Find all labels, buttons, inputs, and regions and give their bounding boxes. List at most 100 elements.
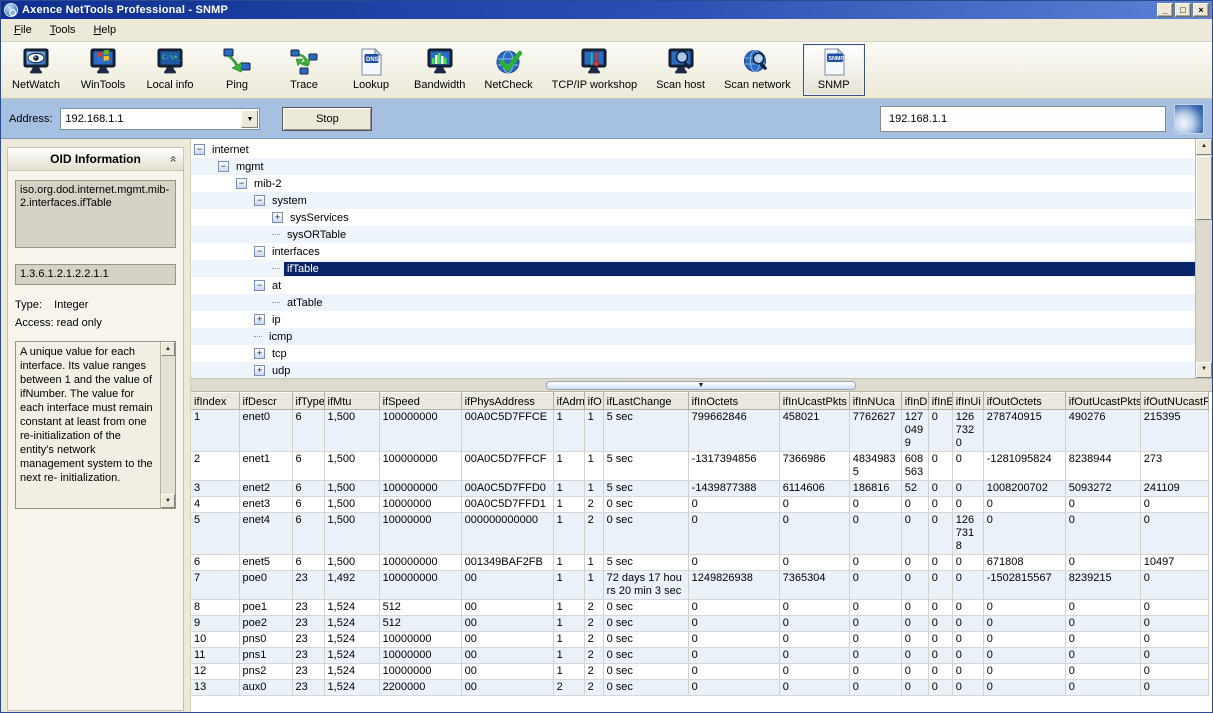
table-cell[interactable]: 10000000 <box>379 496 462 513</box>
table-cell[interactable]: 0 <box>688 631 780 648</box>
table-cell[interactable]: enet4 <box>239 512 293 555</box>
table-cell[interactable]: 608563 <box>901 451 929 481</box>
collapse-panel-icon[interactable]: » <box>166 156 180 163</box>
column-header-ifOutUcastPkts[interactable]: ifOutUcastPkts <box>1065 392 1141 410</box>
table-cell[interactable]: 10000000 <box>379 647 462 664</box>
table-cell[interactable]: 0 <box>952 663 984 680</box>
table-cell[interactable]: 0 <box>1140 647 1210 664</box>
table-cell[interactable]: 23 <box>292 570 325 600</box>
table-cell[interactable]: 1,500 <box>324 554 380 571</box>
table-cell[interactable]: 00A0C5D7FFCE <box>461 409 554 452</box>
table-cell[interactable]: 1 <box>553 496 585 513</box>
address-input[interactable] <box>61 112 241 125</box>
toolbar-button-local-info[interactable]: C:\>_ Local info <box>139 44 201 96</box>
table-cell[interactable]: 458021 <box>779 409 850 452</box>
table-cell[interactable]: 0 <box>952 631 984 648</box>
column-header-ifOutNUcastF[interactable]: ifOutNUcastF <box>1140 392 1210 410</box>
collapse-toggle-icon[interactable]: − <box>254 195 265 206</box>
table-cell[interactable]: poe0 <box>239 570 293 600</box>
table-cell[interactable]: 10000000 <box>379 663 462 680</box>
table-cell[interactable]: 0 <box>952 570 984 600</box>
table-cell[interactable]: 0 <box>1140 631 1210 648</box>
table-cell[interactable]: 1,500 <box>324 496 380 513</box>
table-cell[interactable]: 0 <box>688 512 780 555</box>
table-cell[interactable]: 0 <box>928 480 953 497</box>
table-cell[interactable]: 2 <box>584 679 604 696</box>
globe-thumbnail-icon[interactable] <box>1174 103 1204 134</box>
table-cell[interactable]: 00 <box>461 663 554 680</box>
table-cell[interactable]: 512 <box>379 615 462 632</box>
table-cell[interactable]: 278740915 <box>983 409 1066 452</box>
column-header-ifInUi[interactable]: ifInUi <box>952 392 984 410</box>
splitter-handle[interactable]: ▼ <box>546 381 856 390</box>
table-cell[interactable]: 48349835 <box>849 451 902 481</box>
table-cell[interactable]: 0 <box>928 409 953 452</box>
table-cell[interactable]: 00 <box>461 679 554 696</box>
tree-label[interactable]: internet <box>209 143 252 157</box>
tree-label[interactable]: mgmt <box>233 160 267 174</box>
table-cell[interactable]: 0 <box>1065 647 1141 664</box>
tree-item-udp[interactable]: + udp <box>191 362 1195 378</box>
column-header-ifInD[interactable]: ifInD <box>901 392 929 410</box>
table-cell[interactable]: 0 <box>1065 496 1141 513</box>
table-cell[interactable]: 0 <box>901 631 929 648</box>
table-cell[interactable]: 0 <box>983 679 1066 696</box>
table-cell[interactable]: 0 <box>688 679 780 696</box>
table-cell[interactable]: -1317394856 <box>688 451 780 481</box>
table-cell[interactable]: 0 <box>688 496 780 513</box>
table-cell[interactable]: 7365304 <box>779 570 850 600</box>
scroll-up-icon[interactable]: ▲ <box>161 342 175 356</box>
table-cell[interactable]: 1270499 <box>901 409 929 452</box>
table-cell[interactable]: enet0 <box>239 409 293 452</box>
table-cell[interactable]: 1,524 <box>324 679 380 696</box>
table-cell[interactable]: 0 <box>901 512 929 555</box>
table-cell[interactable]: 0 <box>928 647 953 664</box>
table-cell[interactable]: 8 <box>191 599 240 616</box>
table-cell[interactable]: 0 <box>901 647 929 664</box>
table-cell[interactable]: 2200000 <box>379 679 462 696</box>
table-cell[interactable]: 1249826938 <box>688 570 780 600</box>
table-cell[interactable]: 0 <box>849 512 902 555</box>
table-cell[interactable]: 00 <box>461 615 554 632</box>
table-cell[interactable]: 0 <box>1065 615 1141 632</box>
collapse-toggle-icon[interactable]: − <box>254 280 265 291</box>
table-cell[interactable]: 0 <box>983 647 1066 664</box>
column-header-ifO[interactable]: ifO <box>584 392 604 410</box>
table-cell[interactable]: 0 <box>983 599 1066 616</box>
table-cell[interactable]: 00 <box>461 599 554 616</box>
tree-label[interactable]: at <box>269 279 284 293</box>
table-cell[interactable]: 0 <box>688 599 780 616</box>
table-cell[interactable]: 0 <box>849 663 902 680</box>
collapse-toggle-icon[interactable]: − <box>236 178 247 189</box>
tree-item-at[interactable]: − at <box>191 277 1195 294</box>
table-cell[interactable]: 0 <box>928 451 953 481</box>
table-cell[interactable]: 1 <box>584 480 604 497</box>
scrollbar-thumb[interactable] <box>1196 156 1212 220</box>
table-cell[interactable]: 0 <box>688 615 780 632</box>
table-cell[interactable]: 0 sec <box>603 631 689 648</box>
table-cell[interactable]: 0 <box>901 679 929 696</box>
toolbar-button-bandwidth[interactable]: Bandwidth <box>407 44 472 96</box>
table-cell[interactable]: 001349BAF2FB <box>461 554 554 571</box>
table-cell[interactable]: enet5 <box>239 554 293 571</box>
toolbar-button-netwatch[interactable]: NetWatch <box>5 44 67 96</box>
table-cell[interactable]: 23 <box>292 599 325 616</box>
table-cell[interactable]: pns0 <box>239 631 293 648</box>
table-cell[interactable]: 1,500 <box>324 409 380 452</box>
close-button[interactable]: × <box>1193 3 1209 17</box>
toolbar-button-scan-host[interactable]: Scan host <box>649 44 712 96</box>
table-cell[interactable]: 0 <box>901 615 929 632</box>
table-cell[interactable]: 0 sec <box>603 496 689 513</box>
table-cell[interactable]: 6114606 <box>779 480 850 497</box>
table-cell[interactable]: 0 <box>901 599 929 616</box>
table-cell[interactable]: 0 <box>928 599 953 616</box>
table-cell[interactable]: 1,524 <box>324 647 380 664</box>
table-cell[interactable]: 23 <box>292 663 325 680</box>
table-cell[interactable]: 0 <box>1065 679 1141 696</box>
table-cell[interactable]: 1 <box>553 615 585 632</box>
tree-item-interfaces[interactable]: − interfaces <box>191 243 1195 260</box>
tree-label[interactable]: ifTable <box>284 261 1195 276</box>
table-cell[interactable]: 2 <box>553 679 585 696</box>
table-cell[interactable]: 0 <box>901 496 929 513</box>
table-cell[interactable]: 241109 <box>1140 480 1210 497</box>
